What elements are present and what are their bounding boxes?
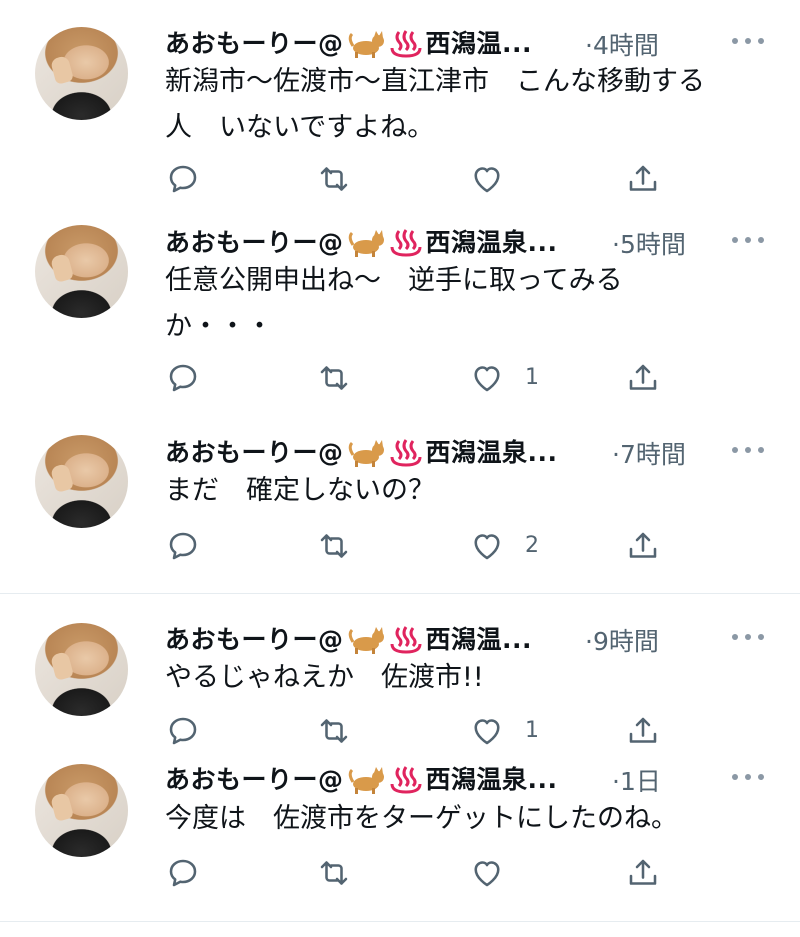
heart-icon[interactable] xyxy=(469,528,505,564)
timestamp[interactable]: ·7時間 xyxy=(612,435,686,471)
reply-icon[interactable] xyxy=(165,360,201,396)
heart-icon[interactable] xyxy=(469,161,505,197)
display-name[interactable]: あおもーりー@ 西潟温... xyxy=(165,620,532,656)
hot-springs-emoji xyxy=(390,227,422,257)
avatar[interactable] xyxy=(35,623,128,716)
avatar[interactable] xyxy=(35,764,128,857)
reply-icon[interactable] xyxy=(165,528,201,564)
avatar[interactable] xyxy=(35,225,128,318)
share-icon[interactable] xyxy=(625,528,661,564)
divider xyxy=(0,921,800,922)
avatar[interactable] xyxy=(35,435,128,528)
tweet-text: 任意公開申出ね〜 逆手に取ってみる か・・・ xyxy=(165,265,623,342)
more-icon[interactable] xyxy=(732,36,766,46)
like-count: 2 xyxy=(525,533,539,558)
more-icon[interactable] xyxy=(732,632,766,642)
hot-springs-emoji xyxy=(390,764,422,794)
retweet-icon[interactable] xyxy=(316,360,352,396)
heart-icon[interactable] xyxy=(469,855,505,891)
more-icon[interactable] xyxy=(732,772,766,782)
tweet-text: まだ 確定しないの？ xyxy=(165,475,435,506)
retweet-icon[interactable] xyxy=(316,713,352,749)
divider xyxy=(0,593,800,594)
reply-icon[interactable] xyxy=(165,713,201,749)
avatar[interactable] xyxy=(35,27,128,120)
timestamp[interactable]: ·5時間 xyxy=(612,225,686,261)
like-count: 1 xyxy=(525,718,539,743)
display-name[interactable]: あおもーりー@ 西潟温泉... xyxy=(165,760,558,796)
timestamp[interactable]: ·1日 xyxy=(612,762,661,798)
cat-emoji xyxy=(346,624,386,654)
hot-springs-emoji xyxy=(390,28,422,58)
timestamp[interactable]: ·9時間 xyxy=(585,622,659,658)
tweet-text: 今度は 佐渡市をターゲットにしたのね。 xyxy=(165,803,678,834)
share-icon[interactable] xyxy=(625,855,661,891)
display-name[interactable]: あおもーりー@ 西潟温泉... xyxy=(165,433,558,469)
share-icon[interactable] xyxy=(625,360,661,396)
like-count: 1 xyxy=(525,365,539,390)
share-icon[interactable] xyxy=(625,161,661,197)
cat-emoji xyxy=(346,764,386,794)
tweet-text: やるじゃねえか 佐渡市!! xyxy=(165,662,484,693)
reply-icon[interactable] xyxy=(165,855,201,891)
more-icon[interactable] xyxy=(732,445,766,455)
tweet-text: 新潟市〜佐渡市〜直江津市 こんな移動する 人 いないですよね。 xyxy=(165,66,705,143)
hot-springs-emoji xyxy=(390,437,422,467)
cat-emoji xyxy=(346,227,386,257)
hot-springs-emoji xyxy=(390,624,422,654)
retweet-icon[interactable] xyxy=(316,855,352,891)
display-name[interactable]: あおもーりー@ 西潟温泉... xyxy=(165,223,558,259)
retweet-icon[interactable] xyxy=(316,161,352,197)
retweet-icon[interactable] xyxy=(316,528,352,564)
reply-icon[interactable] xyxy=(165,161,201,197)
cat-emoji xyxy=(346,28,386,58)
more-icon[interactable] xyxy=(732,235,766,245)
heart-icon[interactable] xyxy=(469,713,505,749)
display-name[interactable]: あおもーりー@ 西潟温... xyxy=(165,24,532,60)
share-icon[interactable] xyxy=(625,713,661,749)
timestamp[interactable]: ·4時間 xyxy=(585,26,659,62)
cat-emoji xyxy=(346,437,386,467)
heart-icon[interactable] xyxy=(469,360,505,396)
